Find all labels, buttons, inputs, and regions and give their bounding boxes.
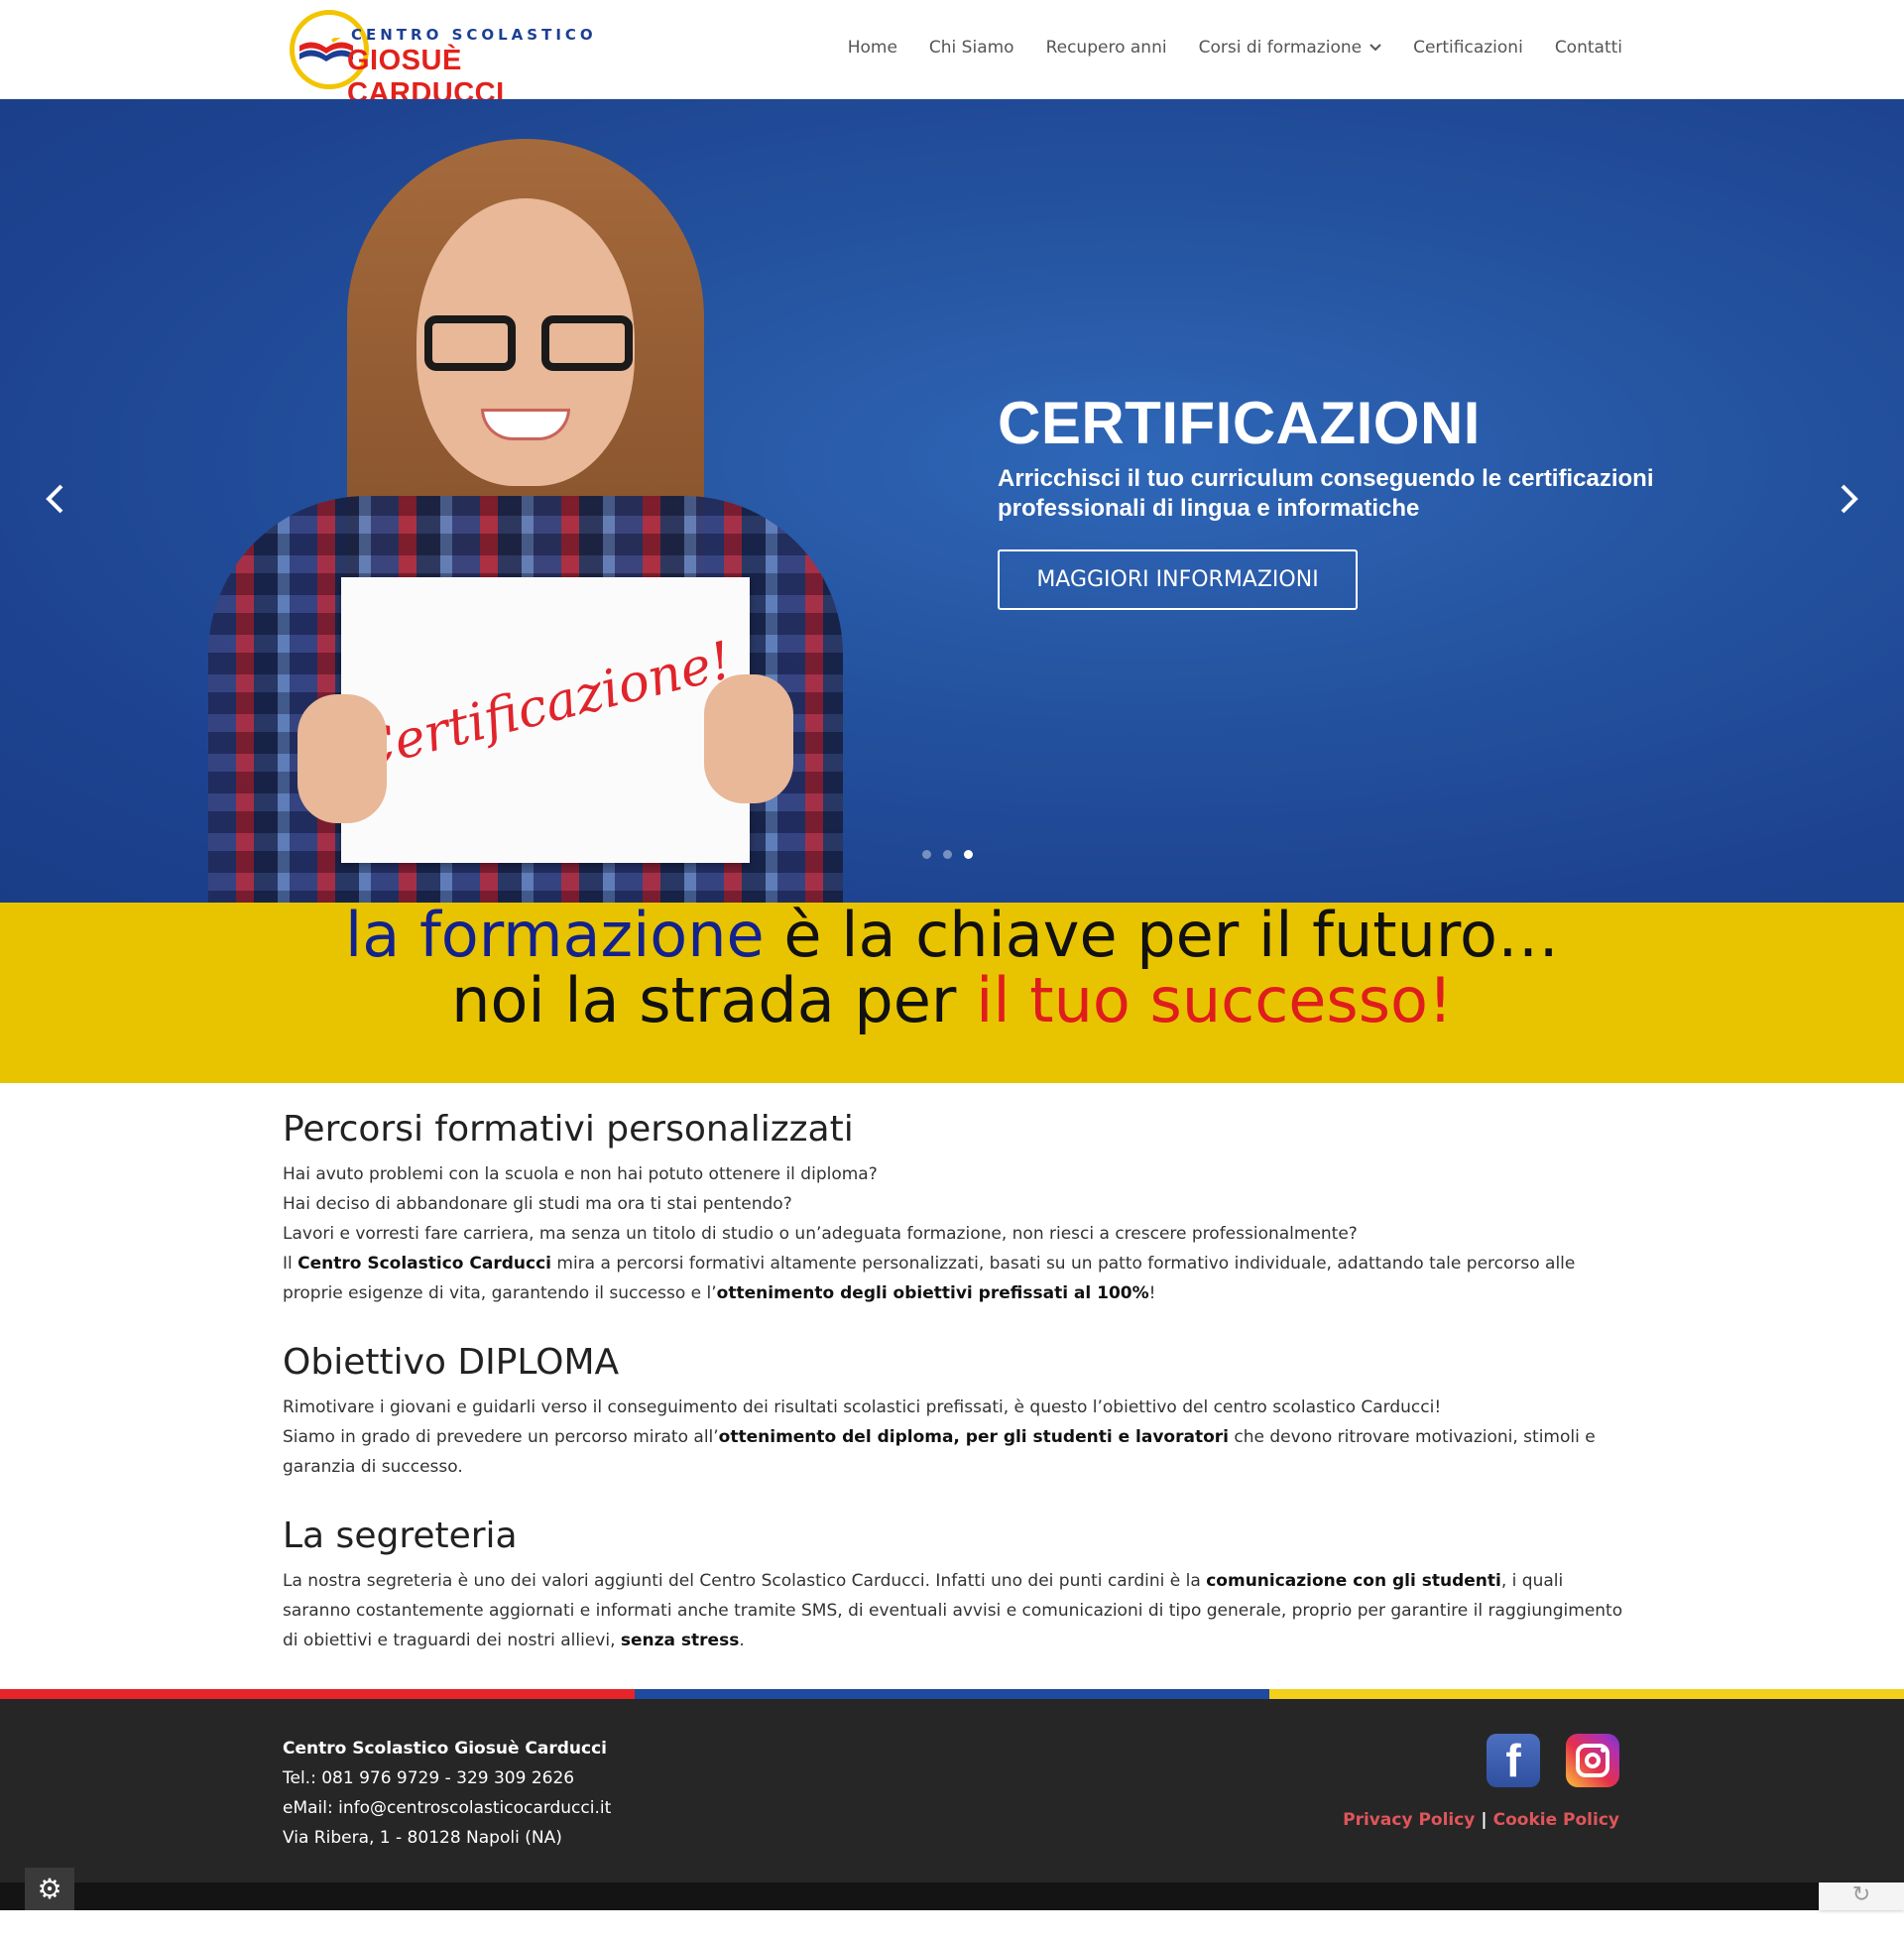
facebook-icon[interactable]: f [1487, 1734, 1540, 1787]
text-fragment: . [739, 1631, 745, 1650]
tricolor-divider [0, 1689, 1904, 1699]
main-content: Percorsi formativi personalizzati Hai av… [283, 1109, 1631, 1689]
divider-yellow [1269, 1689, 1904, 1699]
section-text: La nostra segreteria è uno dei valori ag… [283, 1566, 1631, 1655]
text-fragment: Il [283, 1254, 298, 1274]
nav-label: Recupero anni [1045, 38, 1167, 58]
nav-label: Home [847, 38, 897, 58]
chevron-down-icon [1369, 44, 1381, 52]
instagram-lens [1585, 1753, 1601, 1768]
slider-dots [922, 850, 973, 859]
person-hand [704, 674, 793, 803]
text-line: Lavori e vorresti fare carriera, ma senz… [283, 1224, 1358, 1244]
chevron-right-icon [1841, 484, 1858, 514]
glasses-lens [424, 315, 516, 371]
footer-phone: Tel.: 081 976 9729 - 329 309 2626 [283, 1768, 575, 1788]
text-bold: Centro Scolastico Carducci [298, 1254, 551, 1274]
person-glasses [424, 315, 633, 373]
divider-red [0, 1689, 635, 1699]
chevron-left-icon [46, 484, 63, 514]
more-info-button[interactable]: MAGGIORI INFORMAZIONI [998, 549, 1358, 610]
main-nav: Home Chi Siamo Recupero anni Corsi di fo… [816, 38, 1622, 58]
gear-icon[interactable]: ⚙ [25, 1868, 74, 1910]
nav-label: Chi Siamo [928, 38, 1014, 58]
slogan-highlight-red: il tuo successo! [976, 964, 1453, 1036]
sign-text: Certificazione! [349, 630, 738, 783]
slider-dot-2[interactable] [943, 850, 952, 859]
slogan-text: noi la strada per [451, 964, 977, 1036]
nav-item-certificazioni[interactable]: Certificazioni [1413, 38, 1523, 58]
section-title: Percorsi formativi personalizzati [283, 1109, 854, 1150]
divider-blue [635, 1689, 1269, 1699]
footer-address: Via Ribera, 1 - 80128 Napoli (NA) [283, 1828, 562, 1848]
nav-item-home[interactable]: Home [848, 38, 897, 58]
text-fragment: La nostra segreteria è uno dei valori ag… [283, 1571, 1207, 1591]
section-text: Rimotivare i giovani e guidarli verso il… [283, 1393, 1631, 1482]
person-hand [298, 694, 387, 823]
text-line: Hai deciso di abbandonare gli studi ma o… [283, 1194, 792, 1214]
policy-separator: | [1481, 1810, 1488, 1830]
text-line: Rimotivare i giovani e guidarli verso il… [283, 1397, 1442, 1417]
nav-label: Certificazioni [1413, 38, 1523, 58]
social-links: f [1487, 1734, 1619, 1787]
section-diploma: Obiettivo DIPLOMA Rimotivare i giovani e… [283, 1342, 1631, 1482]
slogan-banner: la formazione è la chiave per il futuro…… [0, 903, 1904, 1083]
slogan-line-2: noi la strada per il tuo successo! [0, 968, 1904, 1033]
hero-person-image: Certificazione! [198, 139, 853, 903]
nav-item-contatti[interactable]: Contatti [1555, 38, 1622, 58]
logo-line-1: CENTRO SCOLASTICO [351, 26, 597, 44]
section-segreteria: La segreteria La nostra segreteria è uno… [283, 1516, 1631, 1655]
hero-slider: Certificazione! CERTIFICAZIONI Arricchis… [0, 99, 1904, 903]
text-fragment: Siamo in grado di prevedere un percorso … [283, 1427, 719, 1447]
site-logo[interactable]: CENTRO SCOLASTICO GIOSUÈ CARDUCCI [286, 8, 623, 109]
cookie-policy-link[interactable]: Cookie Policy [1493, 1810, 1619, 1830]
recaptcha-icon[interactable]: ↻ [1819, 1882, 1904, 1910]
privacy-policy-link[interactable]: Privacy Policy [1343, 1810, 1475, 1830]
text-bold: comunicazione con gli studenti [1206, 1571, 1501, 1591]
hero-subtitle: Arricchisci il tuo curriculum conseguend… [998, 465, 1654, 522]
hero-title: CERTIFICAZIONI [998, 390, 1481, 456]
text-line: Hai avuto problemi con la scuola e non h… [283, 1164, 878, 1184]
instagram-dot [1601, 1748, 1606, 1753]
nav-item-chi-siamo[interactable]: Chi Siamo [929, 38, 1014, 58]
nav-label: Contatti [1554, 38, 1622, 58]
section-title: Obiettivo DIPLOMA [283, 1342, 620, 1383]
footer-company-name: Centro Scolastico Giosuè Carducci [283, 1739, 607, 1759]
slider-dot-1[interactable] [922, 850, 931, 859]
site-footer: Centro Scolastico Giosuè Carducci Tel.: … [0, 1699, 1904, 1882]
site-header: CENTRO SCOLASTICO GIOSUÈ CARDUCCI Home C… [0, 0, 1904, 109]
slogan-text: è la chiave per il futuro… [764, 899, 1559, 971]
text-bold: ottenimento del diploma, per gli student… [718, 1427, 1229, 1447]
text-bold: ottenimento degli obiettivi prefissati a… [716, 1283, 1149, 1303]
slogan-highlight-blue: la formazione [345, 899, 765, 971]
text-bold: senza stress [620, 1631, 740, 1650]
slider-next-button[interactable] [1839, 476, 1860, 525]
footer-email: eMail: info@centroscolasticocarducci.it [283, 1798, 612, 1818]
section-percorsi: Percorsi formativi personalizzati Hai av… [283, 1109, 1631, 1308]
footer-bottom-bar [0, 1882, 1904, 1910]
text-fragment: ! [1148, 1283, 1156, 1303]
nav-item-recupero-anni[interactable]: Recupero anni [1046, 38, 1167, 58]
section-title: La segreteria [283, 1516, 518, 1556]
slider-prev-button[interactable] [44, 476, 65, 525]
instagram-icon[interactable] [1566, 1734, 1619, 1787]
policy-links: Privacy Policy | Cookie Policy [1343, 1810, 1619, 1830]
section-text: Hai avuto problemi con la scuola e non h… [283, 1159, 1631, 1308]
certification-sign: Certificazione! [341, 577, 750, 863]
slogan-line-1: la formazione è la chiave per il futuro… [0, 903, 1904, 968]
slider-dot-3[interactable] [964, 850, 973, 859]
nav-item-corsi-di-formazione[interactable]: Corsi di formazione [1199, 38, 1382, 58]
footer-contact-info: Centro Scolastico Giosuè Carducci Tel.: … [283, 1734, 611, 1853]
glasses-lens [541, 315, 633, 371]
nav-label: Corsi di formazione [1198, 38, 1363, 58]
